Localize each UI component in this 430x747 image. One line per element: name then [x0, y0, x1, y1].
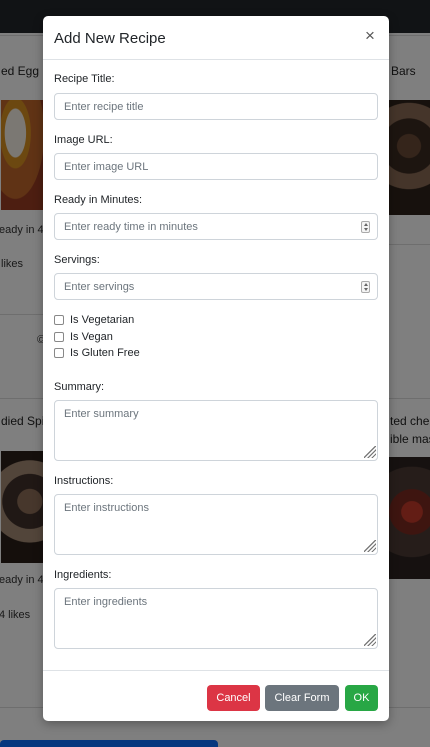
- ready-minutes-input[interactable]: [54, 213, 378, 240]
- summary-label: Summary:: [54, 381, 105, 393]
- image-url-label: Image URL:: [54, 134, 113, 146]
- number-spinner-icon[interactable]: [361, 281, 370, 293]
- vegetarian-checkbox[interactable]: [54, 315, 64, 325]
- modal-header: Add New Recipe ×: [43, 16, 389, 60]
- cancel-button[interactable]: Cancel: [207, 685, 260, 711]
- ready-minutes-field: [54, 213, 378, 240]
- recipe-title-label: Recipe Title:: [54, 73, 115, 85]
- vegetarian-label: Is Vegetarian: [70, 314, 135, 326]
- modal-footer: Cancel Clear Form OK: [43, 670, 389, 721]
- gluten-free-checkbox[interactable]: [54, 348, 64, 358]
- resize-handle-icon[interactable]: [364, 540, 376, 552]
- number-spinner-icon[interactable]: [361, 221, 370, 233]
- ingredients-label: Ingredients:: [54, 569, 112, 581]
- modal-title: Add New Recipe: [54, 30, 166, 47]
- resize-handle-icon[interactable]: [364, 634, 376, 646]
- ingredients-textarea[interactable]: [54, 588, 378, 649]
- gluten-free-checkbox-row[interactable]: Is Gluten Free: [54, 346, 140, 360]
- add-recipe-modal: Add New Recipe × Recipe Title: Image URL…: [43, 16, 389, 721]
- vegan-checkbox[interactable]: [54, 332, 64, 342]
- summary-textarea[interactable]: [54, 400, 378, 461]
- gluten-free-label: Is Gluten Free: [70, 347, 140, 359]
- image-url-input[interactable]: [54, 153, 378, 180]
- vegetarian-checkbox-row[interactable]: Is Vegetarian: [54, 313, 134, 327]
- vegan-checkbox-row[interactable]: Is Vegan: [54, 330, 113, 344]
- clear-form-button[interactable]: Clear Form: [265, 685, 339, 711]
- recipe-title-input[interactable]: [54, 93, 378, 120]
- servings-label: Servings:: [54, 254, 100, 266]
- servings-input[interactable]: [54, 273, 378, 300]
- servings-field: [54, 273, 378, 300]
- close-icon[interactable]: ×: [361, 26, 379, 46]
- ready-minutes-label: Ready in Minutes:: [54, 194, 143, 206]
- resize-handle-icon[interactable]: [364, 446, 376, 458]
- ok-button[interactable]: OK: [345, 685, 378, 711]
- vegan-label: Is Vegan: [70, 331, 113, 343]
- instructions-label: Instructions:: [54, 475, 114, 487]
- instructions-textarea[interactable]: [54, 494, 378, 555]
